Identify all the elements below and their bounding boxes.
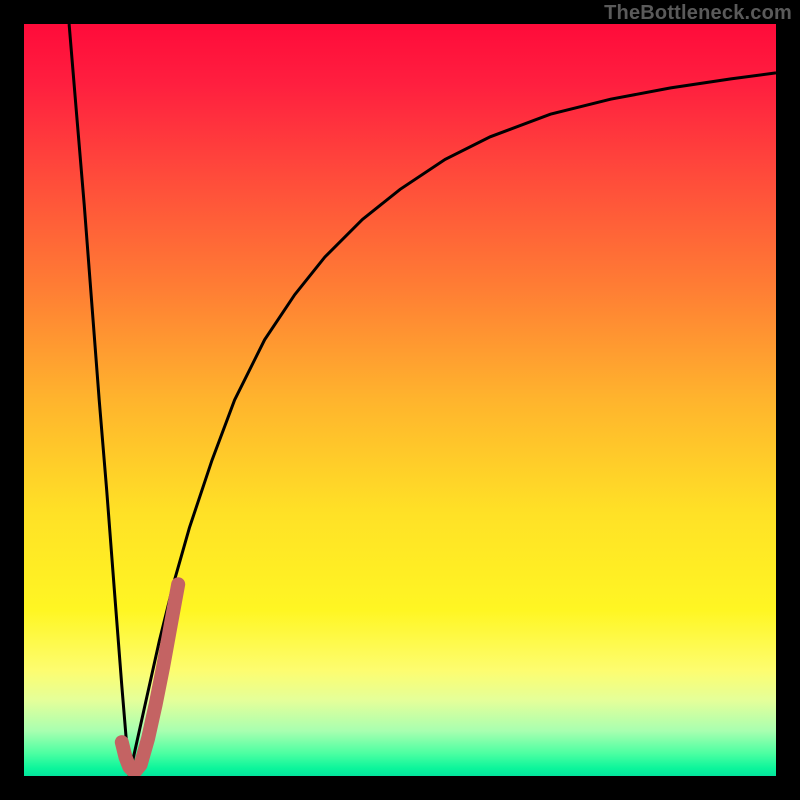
plot-area [24, 24, 776, 776]
outer-frame: TheBottleneck.com [0, 0, 800, 800]
curve-layer [24, 24, 776, 776]
watermark-text: TheBottleneck.com [604, 2, 792, 25]
bottleneck-curve-left [69, 24, 129, 776]
bottleneck-curve-right [129, 73, 776, 776]
